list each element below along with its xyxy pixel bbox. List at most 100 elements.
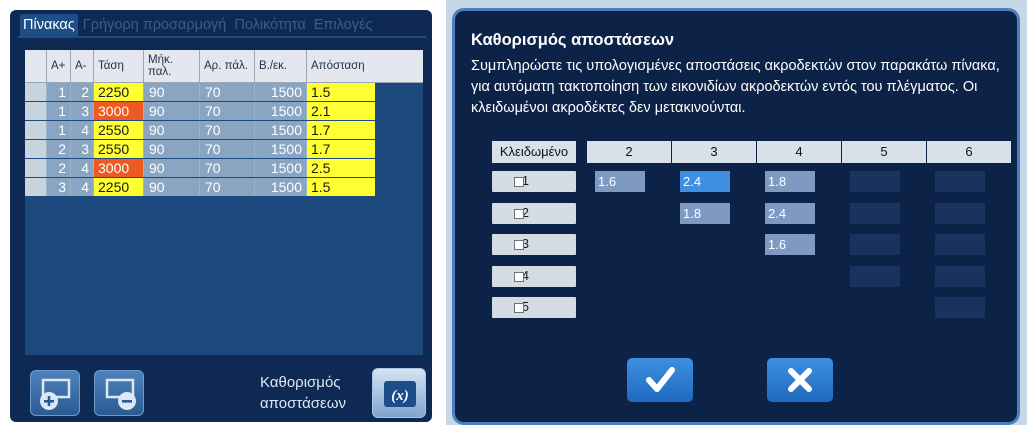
table-row[interactable]: 1 3 3000 90 70 1500 2.1 xyxy=(25,102,423,120)
distance-input-cell[interactable]: 1.8 xyxy=(680,202,730,224)
distance-input-cell[interactable] xyxy=(850,265,900,287)
lock-electrode-toggle[interactable]: 2 xyxy=(492,202,576,224)
voltage-cell[interactable]: 2250 xyxy=(94,178,144,196)
distance-input-cell[interactable]: 2.4 xyxy=(680,171,730,192)
a-minus-cell[interactable]: 3 xyxy=(71,140,94,158)
header-rate: Β./εκ. xyxy=(255,50,307,82)
a-plus-cell[interactable]: 2 xyxy=(47,159,71,177)
table-row[interactable]: 3 4 2250 90 70 1500 1.5 xyxy=(25,178,423,196)
rate-cell[interactable]: 1500 xyxy=(255,140,307,158)
tab-options[interactable]: Επιλογές xyxy=(311,14,376,36)
row-select-cell[interactable] xyxy=(25,140,47,158)
add-row-button[interactable] xyxy=(30,370,80,416)
define-distances-label-line2: αποστάσεων xyxy=(260,395,346,412)
pulse-length-cell[interactable]: 90 xyxy=(144,121,200,139)
tab-underline xyxy=(18,36,426,38)
distance-input-cell[interactable] xyxy=(935,234,985,255)
tab-quick-adjust[interactable]: Γρήγορη προσαρμογή xyxy=(80,14,230,36)
lock-electrode-toggle[interactable]: 1 xyxy=(492,171,576,192)
a-minus-cell[interactable]: 4 xyxy=(71,159,94,177)
formula-icon-text: (x) xyxy=(391,388,409,404)
distance-cell[interactable]: 1.7 xyxy=(307,121,375,139)
table-toolbar: Καθορισμός αποστάσεων (x) xyxy=(20,360,426,420)
table-header: A+ A- Τάση Μήκ. παλ. Αρ. πάλ. Β./εκ. Από… xyxy=(25,50,423,83)
distance-input-cell[interactable] xyxy=(935,171,985,192)
lock-electrode-toggle[interactable]: 5 xyxy=(492,297,576,318)
rate-cell[interactable]: 1500 xyxy=(255,83,307,101)
pulse-count-cell[interactable]: 70 xyxy=(200,140,255,158)
voltage-cell[interactable]: 2550 xyxy=(94,121,144,139)
pulse-length-cell[interactable]: 90 xyxy=(144,83,200,101)
row-select-cell[interactable] xyxy=(25,102,47,120)
pulse-count-cell[interactable]: 70 xyxy=(200,178,255,196)
rate-cell[interactable]: 1500 xyxy=(255,102,307,120)
distance-cell[interactable]: 1.7 xyxy=(307,140,375,158)
pulse-length-cell[interactable]: 90 xyxy=(144,102,200,120)
distance-cell[interactable]: 1.5 xyxy=(307,178,375,196)
checkmark-icon xyxy=(646,367,675,392)
dialog-description: Συμπληρώστε τις υπολογισμένες αποστάσεις… xyxy=(471,58,1000,116)
pulse-length-cell[interactable]: 90 xyxy=(144,159,200,177)
add-row-icon xyxy=(40,378,71,410)
grid-column-header: 2 xyxy=(587,141,671,163)
a-plus-cell[interactable]: 2 xyxy=(47,140,71,158)
distance-input-cell[interactable]: 2.4 xyxy=(765,202,815,224)
lock-checkbox[interactable] xyxy=(514,303,524,313)
pulse-length-cell[interactable]: 90 xyxy=(144,140,200,158)
tab-table[interactable]: Πίνακας xyxy=(20,14,78,36)
header-distance: Απόσταση xyxy=(311,60,365,72)
distance-input-cell[interactable] xyxy=(850,234,900,255)
row-select-cell[interactable] xyxy=(25,83,47,101)
row-select-cell[interactable] xyxy=(25,178,47,196)
a-plus-cell[interactable]: 1 xyxy=(47,102,71,120)
voltage-cell[interactable]: 2550 xyxy=(94,140,144,158)
distance-input-cell[interactable]: 1.6 xyxy=(765,234,815,255)
a-plus-cell[interactable]: 1 xyxy=(47,83,71,101)
distance-input-cell[interactable] xyxy=(850,202,900,224)
a-plus-cell[interactable]: 1 xyxy=(47,121,71,139)
pulse-count-cell[interactable]: 70 xyxy=(200,83,255,101)
voltage-cell[interactable]: 3000 xyxy=(94,159,144,177)
rate-cell[interactable]: 1500 xyxy=(255,178,307,196)
tab-polarity[interactable]: Πολικότητα xyxy=(231,14,308,36)
a-plus-cell[interactable]: 3 xyxy=(47,178,71,196)
lock-checkbox[interactable] xyxy=(514,177,524,187)
distance-input-cell[interactable] xyxy=(935,265,985,287)
lock-checkbox[interactable] xyxy=(514,271,524,282)
a-minus-cell[interactable]: 3 xyxy=(71,102,94,120)
rate-cell[interactable]: 1500 xyxy=(255,121,307,139)
table-row[interactable]: 2 4 3000 90 70 1500 2.5 xyxy=(25,159,423,177)
distance-input-cell[interactable] xyxy=(850,171,900,192)
lock-checkbox[interactable] xyxy=(514,208,524,219)
a-minus-cell[interactable]: 4 xyxy=(71,121,94,139)
pulse-count-cell[interactable]: 70 xyxy=(200,121,255,139)
a-minus-cell[interactable]: 4 xyxy=(71,178,94,196)
pulse-count-cell[interactable]: 70 xyxy=(200,102,255,120)
lock-electrode-toggle[interactable]: 4 xyxy=(492,265,576,287)
voltage-cell[interactable]: 3000 xyxy=(94,102,144,120)
rate-cell[interactable]: 1500 xyxy=(255,159,307,177)
define-distances-button[interactable]: (x) xyxy=(372,368,426,418)
row-select-cell[interactable] xyxy=(25,159,47,177)
table-row[interactable]: 1 2 2250 90 70 1500 1.5 xyxy=(25,83,423,101)
distance-input-cell[interactable]: 1.6 xyxy=(595,171,645,192)
row-select-cell[interactable] xyxy=(25,121,47,139)
grid-column-header: 6 xyxy=(927,141,1011,163)
distance-input-cell[interactable] xyxy=(935,202,985,224)
confirm-button[interactable] xyxy=(627,358,693,402)
distance-input-cell[interactable] xyxy=(935,297,985,318)
pulse-count-cell[interactable]: 70 xyxy=(200,159,255,177)
table-row[interactable]: 1 4 2550 90 70 1500 1.7 xyxy=(25,121,423,139)
cancel-button[interactable] xyxy=(767,358,833,402)
table-row[interactable]: 2 3 2550 90 70 1500 1.7 xyxy=(25,140,423,158)
distance-input-cell[interactable]: 1.8 xyxy=(765,171,815,192)
voltage-cell[interactable]: 2250 xyxy=(94,83,144,101)
distance-cell[interactable]: 1.5 xyxy=(307,83,375,101)
lock-checkbox[interactable] xyxy=(514,240,524,250)
distance-cell[interactable]: 2.1 xyxy=(307,102,375,120)
pulse-length-cell[interactable]: 90 xyxy=(144,178,200,196)
a-minus-cell[interactable]: 2 xyxy=(71,83,94,101)
remove-row-button[interactable] xyxy=(94,370,144,416)
distance-cell[interactable]: 2.5 xyxy=(307,159,375,177)
lock-electrode-toggle[interactable]: 3 xyxy=(492,234,576,255)
